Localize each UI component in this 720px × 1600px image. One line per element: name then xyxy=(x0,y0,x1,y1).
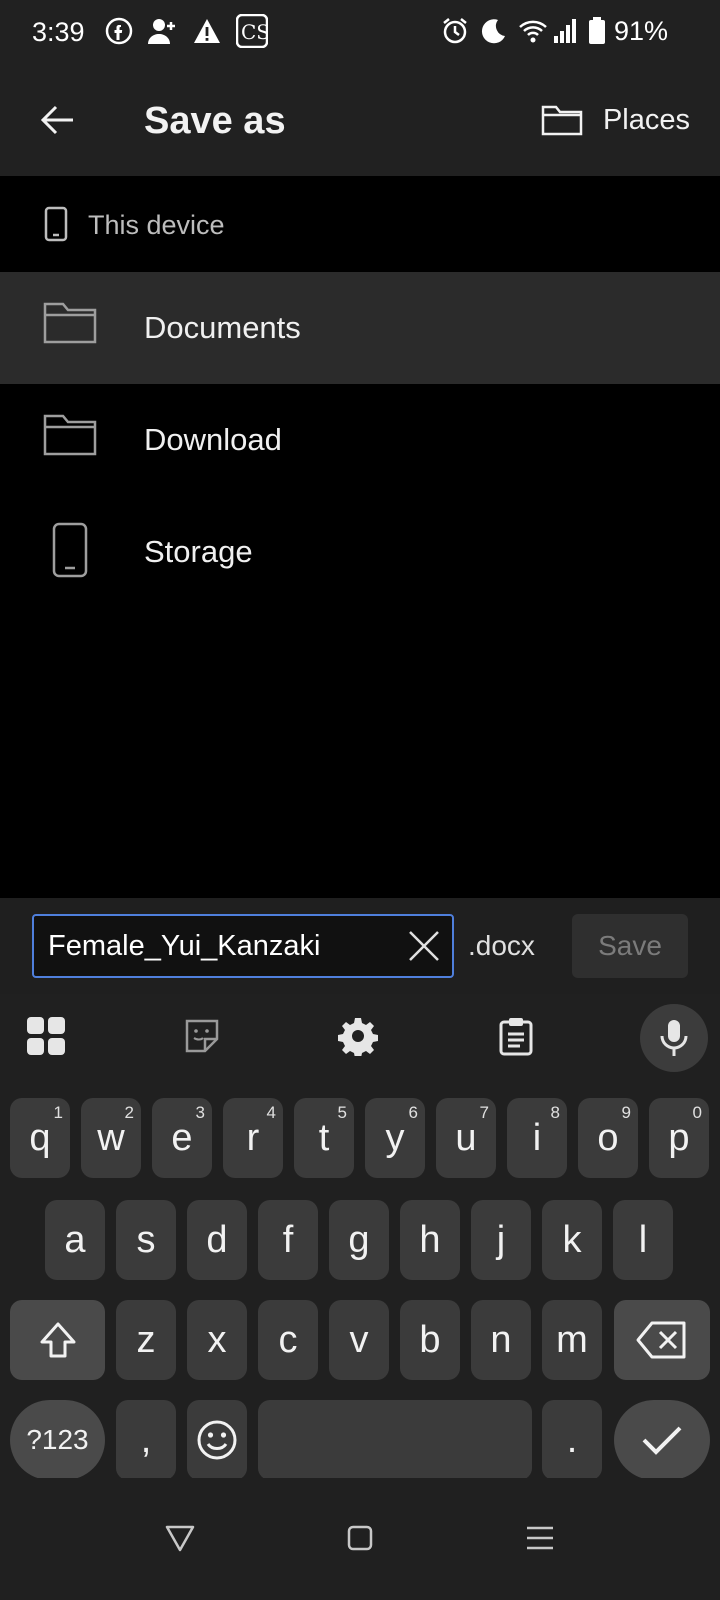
key-k[interactable]: k xyxy=(542,1200,602,1280)
file-extension: .docx xyxy=(468,930,535,961)
key-d[interactable]: d xyxy=(187,1200,247,1280)
key-t[interactable]: t5 xyxy=(294,1098,354,1178)
comma-key[interactable]: , xyxy=(116,1400,176,1480)
page-title: Save as xyxy=(144,100,286,142)
folder-icon xyxy=(42,300,102,356)
list-item-label: Documents xyxy=(144,310,301,345)
done-key[interactable] xyxy=(614,1400,710,1480)
emoji-icon xyxy=(197,1420,237,1460)
list-item-download[interactable]: Download xyxy=(0,384,720,496)
status-time: 3:39 xyxy=(32,17,85,47)
folder-icon xyxy=(42,412,102,468)
key-v[interactable]: v xyxy=(329,1300,389,1380)
key-u[interactable]: u7 xyxy=(436,1098,496,1178)
alarm-icon xyxy=(440,16,470,46)
filename-input[interactable]: Female_Yui_Kanzaki xyxy=(32,914,454,978)
back-arrow-icon xyxy=(40,105,73,135)
space-key[interactable] xyxy=(258,1400,532,1480)
back-triangle-icon[interactable] xyxy=(156,1514,204,1562)
symbols-key[interactable]: ?123 xyxy=(10,1400,105,1480)
folder-list: Documents Download Storage xyxy=(0,272,720,608)
clipboard-icon[interactable] xyxy=(488,1008,544,1064)
key-i[interactable]: i8 xyxy=(507,1098,567,1178)
key-g[interactable]: g xyxy=(329,1200,389,1280)
key-a[interactable]: a xyxy=(45,1200,105,1280)
app-bar: Save as Places xyxy=(0,66,720,176)
keyboard: q1 w2 e3 r4 t5 y6 u7 i8 o9 p0 a s d f g … xyxy=(0,994,720,1480)
cs-app-icon: CS xyxy=(235,13,270,49)
apps-grid-icon[interactable] xyxy=(18,1008,74,1064)
list-item-storage[interactable]: Storage xyxy=(0,496,720,608)
list-item-label: Storage xyxy=(144,534,253,569)
phone-icon xyxy=(52,522,112,578)
key-q[interactable]: q1 xyxy=(10,1098,70,1178)
key-r[interactable]: r4 xyxy=(223,1098,283,1178)
key-y[interactable]: y6 xyxy=(365,1098,425,1178)
key-o[interactable]: o9 xyxy=(578,1098,638,1178)
signal-icon xyxy=(552,16,582,46)
filename-bar: Female_Yui_Kanzaki .docx Save xyxy=(0,898,720,994)
facebook-icon xyxy=(104,16,134,46)
emoji-key[interactable] xyxy=(187,1400,247,1480)
status-bar: 3:39 CS 91% xyxy=(0,0,720,66)
do-not-disturb-icon xyxy=(478,16,508,46)
shift-icon xyxy=(40,1322,75,1358)
recents-menu-icon[interactable] xyxy=(516,1514,564,1562)
breadcrumb-label: This device xyxy=(88,210,225,240)
breadcrumb[interactable]: This device xyxy=(0,176,720,272)
backspace-icon xyxy=(636,1321,686,1359)
svg-text:CS: CS xyxy=(241,20,268,44)
period-key[interactable]: . xyxy=(542,1400,602,1480)
key-s[interactable]: s xyxy=(116,1200,176,1280)
key-z[interactable]: z xyxy=(116,1300,176,1380)
navigation-bar xyxy=(0,1478,720,1600)
key-j[interactable]: j xyxy=(471,1200,531,1280)
key-h[interactable]: h xyxy=(400,1200,460,1280)
key-b[interactable]: b xyxy=(400,1300,460,1380)
phone-icon xyxy=(44,206,68,247)
key-l[interactable]: l xyxy=(613,1200,673,1280)
shift-key[interactable] xyxy=(10,1300,105,1380)
places-label: Places xyxy=(602,103,690,136)
save-button[interactable]: Save xyxy=(572,914,688,978)
key-w[interactable]: w2 xyxy=(81,1098,141,1178)
list-item-documents[interactable]: Documents xyxy=(0,272,720,384)
microphone-icon xyxy=(660,1020,688,1056)
keyboard-toolbar xyxy=(0,994,720,1078)
voice-input-button[interactable] xyxy=(640,1004,708,1072)
places-button[interactable]: Places xyxy=(541,88,690,152)
wifi-icon xyxy=(518,16,548,46)
list-item-label: Download xyxy=(144,422,282,457)
warning-icon xyxy=(192,16,222,46)
key-x[interactable]: x xyxy=(187,1300,247,1380)
sticker-icon[interactable] xyxy=(174,1008,230,1064)
settings-gear-icon[interactable] xyxy=(330,1008,386,1064)
home-square-icon[interactable] xyxy=(336,1514,384,1562)
folder-icon xyxy=(541,105,583,136)
back-button[interactable] xyxy=(28,90,88,150)
backspace-key[interactable] xyxy=(614,1300,710,1380)
key-p[interactable]: p0 xyxy=(649,1098,709,1178)
add-contact-icon xyxy=(146,16,176,46)
key-n[interactable]: n xyxy=(471,1300,531,1380)
battery-percent: 91% xyxy=(613,16,668,46)
key-e[interactable]: e3 xyxy=(152,1098,212,1178)
check-icon xyxy=(642,1426,682,1455)
key-m[interactable]: m xyxy=(542,1300,602,1380)
filename-value: Female_Yui_Kanzaki xyxy=(48,930,321,962)
key-f[interactable]: f xyxy=(258,1200,318,1280)
key-c[interactable]: c xyxy=(258,1300,318,1380)
clear-icon[interactable] xyxy=(406,928,442,964)
